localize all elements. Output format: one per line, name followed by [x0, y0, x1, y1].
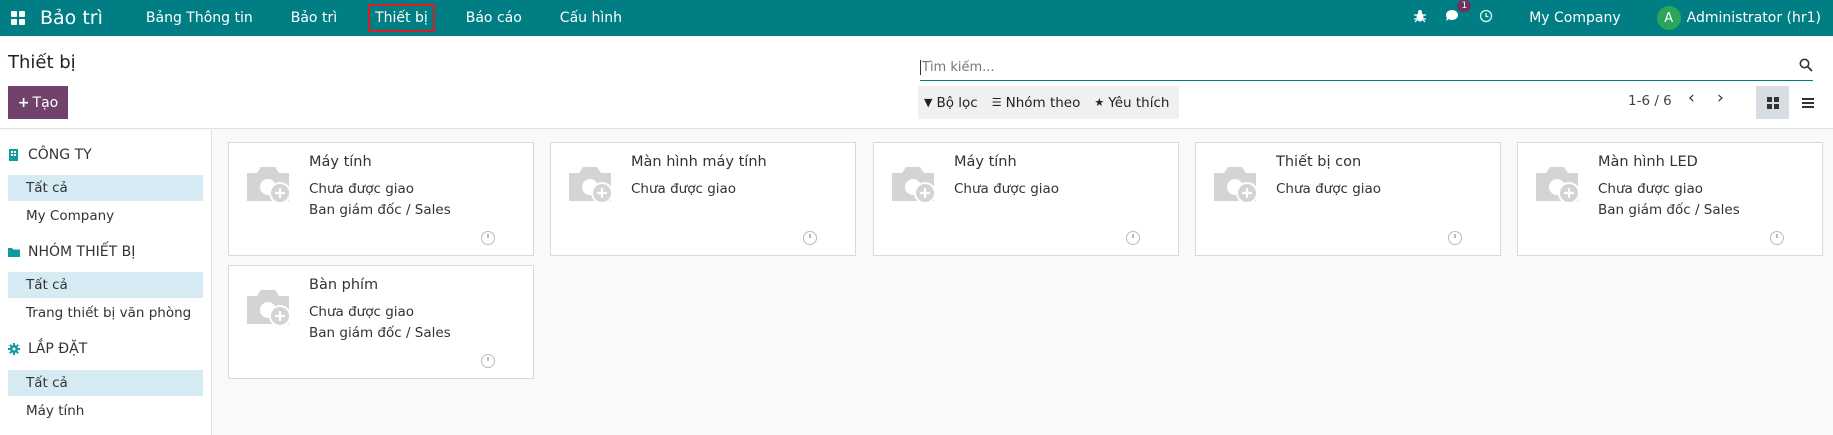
activity-clock-icon[interactable] — [1479, 9, 1493, 27]
app-brand[interactable]: Bảo trì — [40, 7, 103, 29]
section-title: LẮP ĐẶT — [28, 341, 88, 357]
menu-equipment[interactable]: Thiết bị — [368, 4, 435, 32]
list-bars-icon: ☰ — [991, 96, 1002, 109]
groupby-label: Nhóm theo — [1005, 94, 1081, 111]
filter-label: Bộ lọc — [936, 94, 978, 111]
company-switcher[interactable]: My Company — [1529, 10, 1620, 26]
gear-icon — [8, 343, 20, 355]
search-options: ▼ Bộ lọc ☰ Nhóm theo ★ Yêu thích — [918, 86, 1180, 119]
avatar[interactable]: A — [1656, 6, 1681, 30]
card-status: Chưa được giao — [954, 181, 1060, 197]
card-status: Chưa được giao — [309, 181, 415, 197]
menu-maintenance[interactable]: Bảo trì — [284, 4, 344, 32]
building-icon — [9, 149, 18, 161]
sidebar-item-computer[interactable]: Máy tính — [8, 398, 203, 424]
section-title: NHÓM THIẾT BỊ — [28, 244, 136, 260]
section-title: CÔNG TY — [28, 147, 92, 163]
menu-dashboard[interactable]: Bảng Thông tin — [139, 4, 260, 32]
list-view-button[interactable] — [1791, 86, 1824, 119]
equipment-card[interactable]: Màn hình LED Chưa được giao Ban giám đốc… — [1517, 142, 1823, 256]
activity-clock-icon[interactable] — [1448, 231, 1462, 245]
equipment-card[interactable]: Máy tính Chưa được giao — [873, 142, 1179, 256]
card-title: Thiết bị con — [1276, 154, 1362, 170]
equipment-card[interactable]: Màn hình máy tính Chưa được giao — [550, 142, 856, 256]
activity-clock-icon[interactable] — [481, 231, 495, 245]
apps-menu-icon[interactable] — [2, 0, 34, 36]
section-installation: LẮP ĐẶT — [8, 341, 87, 357]
messages-icon[interactable]: 1 — [1445, 0, 1472, 27]
favorites-dropdown[interactable]: ★ Yêu thích — [1094, 95, 1169, 111]
plus-icon: + — [17, 94, 30, 111]
control-panel: Thiết bị + Tạo ▼ Bộ lọc ☰ Nhóm theo ★ Yê… — [0, 36, 1833, 129]
equipment-card[interactable]: Thiết bị con Chưa được giao — [1195, 142, 1501, 256]
sidebar-item-installation-all[interactable]: Tất cả — [8, 370, 203, 396]
activity-clock-icon[interactable] — [803, 231, 817, 245]
sidebar-item-company-all[interactable]: Tất cả — [8, 175, 203, 201]
filter-dropdown[interactable]: ▼ Bộ lọc — [924, 95, 978, 111]
star-icon: ★ — [1094, 96, 1105, 109]
kanban-grid-icon — [1766, 96, 1779, 109]
search-bar — [920, 55, 1813, 81]
sidebar-item-category-all[interactable]: Tất cả — [8, 272, 203, 298]
menu-configuration[interactable]: Cấu hình — [553, 4, 629, 32]
messages-badge: 1 — [1457, 0, 1472, 12]
camera-placeholder-icon — [1214, 167, 1258, 204]
search-panel: CÔNG TY Tất cả My Company NHÓM THIẾT BỊ … — [0, 130, 212, 435]
camera-placeholder-icon — [569, 167, 613, 204]
section-company: CÔNG TY — [8, 147, 92, 163]
groupby-dropdown[interactable]: ☰ Nhóm theo — [992, 95, 1081, 111]
folder-icon — [8, 248, 20, 257]
debug-bug-icon[interactable] — [1413, 9, 1427, 27]
card-status: Chưa được giao — [309, 304, 415, 320]
chevron-left-icon[interactable]: ‹ — [1688, 88, 1695, 108]
filter-funnel-icon: ▼ — [924, 96, 933, 109]
kanban-view-button[interactable] — [1756, 86, 1789, 119]
card-title: Màn hình máy tính — [631, 154, 767, 170]
chevron-right-icon[interactable]: › — [1717, 88, 1724, 108]
camera-placeholder-icon — [1536, 167, 1580, 204]
pager-value[interactable]: 1-6 / 6 — [1628, 93, 1672, 109]
card-status: Chưa được giao — [631, 181, 737, 197]
card-title: Bàn phím — [309, 277, 379, 293]
camera-placeholder-icon — [247, 167, 291, 204]
page-title: Thiết bị — [8, 52, 76, 73]
search-icon[interactable] — [1799, 58, 1813, 76]
camera-placeholder-icon — [247, 290, 291, 327]
camera-placeholder-icon — [892, 167, 936, 204]
sidebar-item-office-equipment[interactable]: Trang thiết bị văn phòng — [8, 300, 203, 326]
top-navbar: Bảo trì Bảng Thông tin Bảo trì Thiết bị … — [0, 0, 1833, 36]
card-title: Máy tính — [309, 154, 372, 170]
card-department: Ban giám đốc / Sales — [309, 325, 451, 341]
list-view-icon — [1801, 97, 1814, 108]
card-department: Ban giám đốc / Sales — [309, 202, 451, 218]
card-title: Màn hình LED — [1598, 154, 1698, 170]
menu-reporting[interactable]: Báo cáo — [459, 4, 529, 32]
user-menu[interactable]: Administrator (hr1) — [1687, 10, 1821, 26]
activity-clock-icon[interactable] — [1126, 231, 1140, 245]
search-input[interactable] — [920, 60, 1780, 75]
card-status: Chưa được giao — [1276, 181, 1382, 197]
activity-clock-icon[interactable] — [1770, 231, 1784, 245]
create-button-label: Tạo — [32, 94, 59, 111]
create-button[interactable]: + Tạo — [8, 86, 68, 119]
equipment-card[interactable]: Bàn phím Chưa được giao Ban giám đốc / S… — [228, 265, 534, 379]
equipment-card[interactable]: Máy tính Chưa được giao Ban giám đốc / S… — [228, 142, 534, 256]
card-title: Máy tính — [954, 154, 1017, 170]
favorites-label: Yêu thích — [1108, 94, 1170, 111]
sidebar-item-my-company[interactable]: My Company — [8, 203, 203, 229]
card-status: Chưa được giao — [1598, 181, 1704, 197]
card-department: Ban giám đốc / Sales — [1598, 202, 1740, 218]
section-equipment-category: NHÓM THIẾT BỊ — [8, 244, 135, 260]
activity-clock-icon[interactable] — [481, 354, 495, 368]
